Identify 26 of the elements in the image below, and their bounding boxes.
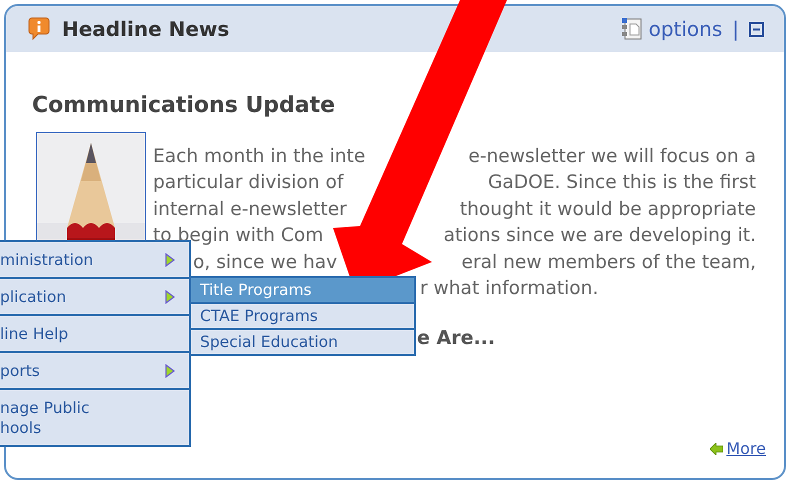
menu-item[interactable]: ministration (0, 240, 191, 279)
submenu-item[interactable]: Title Programs (189, 276, 416, 304)
menu-item[interactable]: nage Public hools (0, 390, 191, 447)
article-subheading: e Are... (417, 327, 496, 350)
more-link[interactable]: More (726, 439, 766, 458)
article-text: ations since we are developing it. (444, 224, 756, 248)
article-heading: Communications Update (32, 92, 336, 120)
separator: | (732, 17, 739, 41)
article-text: e-newsletter we will focus on a (468, 145, 756, 169)
collapse-icon[interactable] (749, 22, 764, 36)
article-text: internal e-newsletter (153, 198, 347, 222)
article-text: thought it would be appropriate (460, 198, 756, 222)
arrow-icon (710, 442, 724, 454)
submenu-item[interactable]: Special Education (189, 330, 416, 356)
menu-item[interactable]: ports (0, 353, 191, 390)
article-text: Each month in the inte (153, 145, 366, 169)
submenu-item[interactable]: CTAE Programs (189, 304, 416, 330)
panel-title: Headline News (62, 17, 230, 41)
article-text: eral new members of the team, (462, 250, 756, 275)
options-link[interactable]: options (648, 17, 722, 41)
article-text: o, since we hav (193, 250, 338, 275)
article-text: particular division of (153, 171, 344, 196)
info-speech-bubble-icon (28, 17, 50, 41)
article-text: r what information. (420, 276, 598, 301)
notebook-icon[interactable] (620, 17, 643, 41)
article-text: GaDOE. Since this is the first (488, 171, 756, 196)
